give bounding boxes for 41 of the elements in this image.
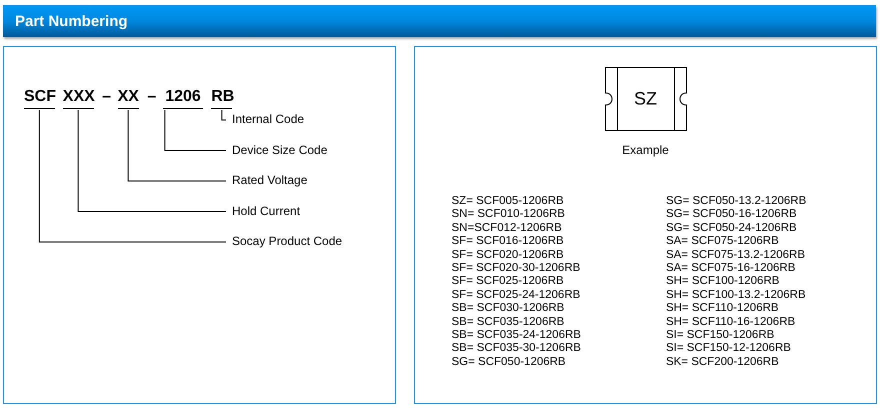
chip-marking: SZ: [634, 88, 657, 110]
code-segment: 1206: [162, 85, 204, 109]
code-entry: SF= SCF016-1206RB: [452, 235, 565, 249]
section-title: Part Numbering: [15, 12, 128, 30]
code-entry: SH= SCF110-1206RB: [666, 302, 780, 316]
code-entry: SF= SCF020-30-1206RB: [452, 262, 581, 276]
example-caption: Example: [622, 143, 669, 157]
code-entry: SF= SCF025-24-1206RB: [452, 288, 581, 302]
segment-label: Rated Voltage: [232, 173, 308, 187]
code-entry: SB= SCF030-1206RB: [452, 302, 566, 316]
code-entry: SH= SCF100-1206RB: [666, 275, 780, 289]
code-entry: SA= SCF075-16-1206RB: [666, 262, 796, 276]
code-entry: SF= SCF020-1206RB: [452, 248, 565, 262]
code-entry: SA= SCF075-1206RB: [666, 235, 780, 249]
dash-separator: –: [102, 87, 112, 107]
code-entry: SN=SCF012-1206RB: [452, 222, 563, 236]
segment-label: Device Size Code: [232, 142, 328, 156]
code-entry: SK= SCF200-1206RB: [666, 356, 780, 370]
code-entry: SN= SCF010-1206RB: [452, 208, 566, 222]
code-entry: SB= SCF035-30-1206RB: [452, 342, 581, 356]
code-segment: XXX: [62, 85, 94, 109]
dash-separator: –: [146, 87, 157, 107]
segment-label: Socay Product Code: [232, 234, 342, 248]
segment-label: Internal Code: [232, 112, 304, 126]
code-entry: SA= SCF075-13.2-1206RB: [666, 248, 806, 262]
code-entry: SB= SCF035-24-1206RB: [452, 329, 581, 342]
code-entry: SZ= SCF005-1206RB: [452, 195, 565, 208]
code-segment: RB: [211, 85, 232, 109]
code-entry: SB= SCF035-1206RB: [452, 316, 566, 330]
code-entry: SI= SCF150-12-1206RB: [666, 342, 792, 356]
code-entry: SG= SCF050-24-1206RB: [666, 222, 798, 236]
segment-label: Hold Current: [232, 204, 300, 218]
code-entry: SF= SCF025-1206RB: [452, 275, 565, 289]
code-entry: SG= SCF050-13.2-1206RB: [666, 195, 806, 208]
code-entry: SI= SCF150-1206RB: [666, 329, 776, 342]
code-entry: SH= SCF100-13.2-1206RB: [666, 288, 806, 302]
code-entry: SH= SCF110-16-1206RB: [666, 316, 796, 330]
code-entry: SG= SCF050-1206RB: [452, 356, 567, 370]
code-entry: SG= SCF050-16-1206RB: [666, 208, 798, 222]
code-segment: XX: [118, 85, 139, 109]
code-segment: SCF: [24, 85, 55, 109]
